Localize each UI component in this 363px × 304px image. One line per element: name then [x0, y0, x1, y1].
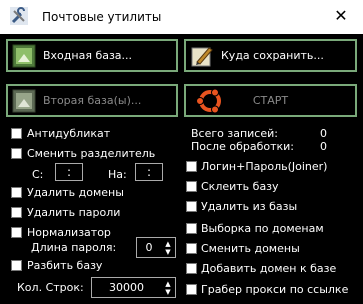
password-length-label: Длина пароля: — [31, 241, 117, 254]
second-db-label: Вторая база(ы)... — [43, 94, 142, 107]
remove-passwords-label: Удалить пароли — [27, 206, 121, 219]
remove-from-db-label: Удалить из базы — [201, 200, 298, 213]
stepper-down-icon[interactable]: ▼ — [163, 289, 173, 296]
to-label: На: — [108, 168, 127, 181]
change-domains-checkbox[interactable] — [186, 243, 197, 254]
tools-icon — [10, 7, 28, 25]
main-panel: Входная база... Куда сохранить... Вторая… — [0, 34, 363, 304]
remove-from-db-checkbox[interactable] — [186, 201, 197, 212]
stepper-down-icon[interactable]: ▼ — [163, 249, 173, 256]
proxy-grabber-checkbox[interactable] — [186, 284, 197, 295]
total-records-value: 0 — [320, 127, 327, 140]
split-db-label: Разбить базу — [27, 259, 103, 272]
change-separator-label: Сменить разделитель — [27, 147, 156, 160]
proxy-grabber-label: Грабер прокси по ссылке — [201, 283, 349, 296]
image-file-icon — [12, 89, 36, 113]
lines-count-label: Кол. Строк: — [17, 281, 84, 294]
password-length-value: 0 — [145, 241, 153, 254]
add-domain-label: Добавить домен к базе — [201, 262, 337, 275]
antidup-label: Антидубликат — [27, 127, 111, 140]
lines-count-value: 30000 — [109, 281, 144, 294]
login-pass-joiner-checkbox[interactable] — [186, 161, 197, 172]
after-processing-label: После обработки: — [191, 140, 295, 153]
start-label: СТАРТ — [252, 94, 289, 107]
remove-domains-checkbox[interactable] — [11, 187, 22, 198]
after-processing-value: 0 — [320, 140, 327, 153]
normalizer-checkbox[interactable] — [11, 227, 22, 238]
login-pass-joiner-label: Логин+Пароль(Joiner) — [201, 160, 328, 173]
to-separator-input[interactable]: : — [135, 163, 163, 181]
input-db-label: Входная база... — [43, 49, 133, 62]
lines-count-stepper[interactable]: 30000 ▲ ▼ — [91, 277, 176, 298]
add-domain-checkbox[interactable] — [186, 263, 197, 274]
image-file-icon — [12, 44, 36, 68]
select-by-domains-label: Выборка по доменам — [201, 222, 324, 235]
from-label: С: — [32, 168, 44, 181]
title-bar: Почтовые утилиты ✕ — [0, 0, 363, 34]
start-button[interactable]: СТАРТ — [184, 84, 357, 117]
remove-passwords-checkbox[interactable] — [11, 207, 22, 218]
from-separator-input[interactable]: : — [55, 163, 83, 181]
input-db-button[interactable]: Входная база... — [6, 39, 178, 72]
total-records-label: Всего записей: — [191, 127, 278, 140]
password-length-stepper[interactable]: 0 ▲ ▼ — [136, 237, 176, 258]
select-by-domains-checkbox[interactable] — [186, 223, 197, 234]
stepper-up-icon[interactable]: ▲ — [163, 281, 173, 288]
change-separator-checkbox[interactable] — [11, 148, 22, 159]
glue-db-label: Склеить базу — [201, 180, 279, 193]
close-button[interactable]: ✕ — [329, 6, 353, 26]
window-title: Почтовые утилиты — [42, 10, 162, 24]
change-domains-label: Сменить домены — [201, 242, 300, 255]
split-db-checkbox[interactable] — [11, 260, 22, 271]
pencil-icon — [191, 47, 213, 67]
remove-domains-label: Удалить домены — [27, 186, 124, 199]
second-db-button[interactable]: Вторая база(ы)... — [6, 84, 178, 117]
save-to-button[interactable]: Куда сохранить... — [184, 39, 357, 72]
normalizer-label: Нормализатор — [27, 226, 111, 239]
glue-db-checkbox[interactable] — [186, 181, 197, 192]
save-to-label: Куда сохранить... — [221, 49, 324, 62]
antidup-checkbox[interactable] — [11, 128, 22, 139]
stepper-up-icon[interactable]: ▲ — [163, 241, 173, 248]
